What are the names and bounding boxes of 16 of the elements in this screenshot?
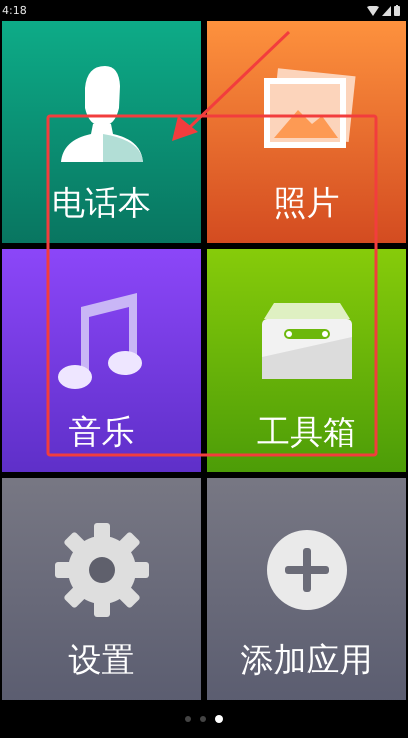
app-label: 电话本 — [52, 186, 151, 219]
app-tile[interactable]: 电话本 — [2, 21, 201, 243]
signal-icon — [382, 6, 391, 16]
battery-icon — [394, 5, 400, 16]
app-label: 工具箱 — [257, 415, 356, 448]
app-tile[interactable]: 音乐 — [2, 249, 201, 472]
app-tile[interactable]: 照片 — [207, 21, 406, 243]
app-tile[interactable]: 设置 — [2, 478, 201, 700]
app-tile[interactable]: 添加应用 — [207, 478, 406, 700]
app-label: 设置 — [68, 643, 134, 676]
wifi-icon — [367, 6, 379, 16]
status-time: 4:18 — [2, 4, 27, 17]
app-label: 照片 — [274, 186, 340, 219]
app-label: 添加应用 — [240, 643, 372, 676]
app-label: 音乐 — [68, 415, 134, 448]
app-tile[interactable]: 工具箱 — [207, 249, 406, 472]
